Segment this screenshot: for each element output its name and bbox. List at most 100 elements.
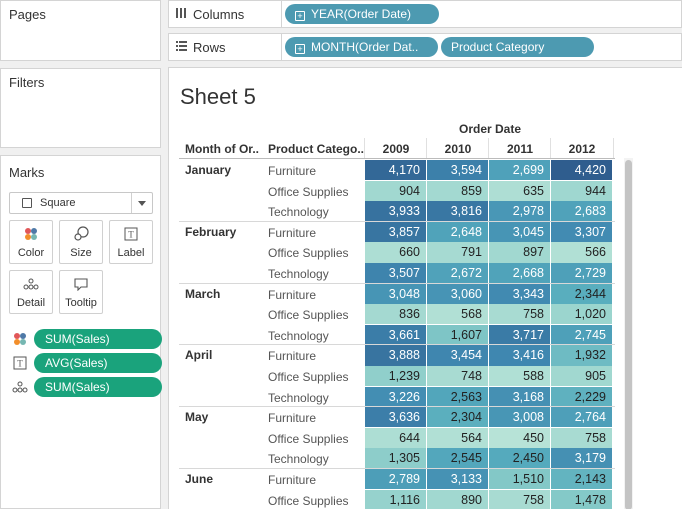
heatmap-cell[interactable]: 3,816 (427, 201, 488, 222)
heatmap-cell[interactable]: 904 (365, 180, 426, 201)
year-header-2009[interactable]: 2009 (365, 142, 427, 156)
heatmap-cell[interactable]: 3,594 (427, 160, 488, 181)
heatmap-cell[interactable]: 3,168 (489, 386, 550, 407)
heatmap-cell[interactable]: 3,179 (551, 448, 612, 469)
heatmap-cell[interactable]: 564 (427, 427, 488, 449)
heatmap-cell[interactable]: 3,008 (489, 407, 550, 428)
heatmap-cell[interactable]: 635 (489, 180, 550, 201)
heatmap-cell[interactable]: 644 (365, 427, 426, 449)
heatmap-cell[interactable]: 2,545 (427, 448, 488, 469)
category-label[interactable]: Office Supplies (268, 370, 349, 384)
year-header-2010[interactable]: 2010 (427, 142, 489, 156)
heatmap-cell[interactable]: 2,745 (551, 324, 612, 346)
heatmap-cell[interactable]: 1,239 (365, 366, 426, 387)
heatmap-cell[interactable]: 905 (551, 366, 612, 387)
heatmap-cell[interactable]: 3,661 (365, 324, 426, 346)
heatmap-cell[interactable]: 3,717 (489, 324, 550, 346)
sheet-title[interactable]: Sheet 5 (180, 84, 256, 110)
heatmap-cell[interactable]: 2,764 (551, 407, 612, 428)
month-label[interactable]: April (185, 348, 212, 362)
label-sales-pill[interactable]: AVG(Sales) (34, 353, 162, 373)
tooltip-button[interactable]: Tooltip (59, 270, 103, 314)
category-label[interactable]: Furniture (268, 349, 316, 363)
heatmap-cell[interactable]: 890 (427, 489, 488, 509)
heatmap-cell[interactable]: 748 (427, 366, 488, 387)
heatmap-cell[interactable]: 944 (551, 180, 612, 201)
columns-shelf[interactable]: Columns + YEAR(Order Date) (168, 0, 682, 28)
heatmap-cell[interactable]: 1,510 (489, 469, 550, 490)
heatmap-cell[interactable]: 3,048 (365, 283, 426, 304)
heatmap-cell[interactable]: 1,607 (427, 324, 488, 346)
heatmap-cell[interactable]: 2,344 (551, 283, 612, 304)
heatmap-cell[interactable]: 3,226 (365, 386, 426, 407)
category-label[interactable]: Furniture (268, 473, 316, 487)
heatmap-cell[interactable]: 2,143 (551, 469, 612, 490)
heatmap-cell[interactable]: 4,170 (365, 160, 426, 181)
year-header-2012[interactable]: 2012 (551, 142, 613, 156)
category-label[interactable]: Office Supplies (268, 432, 349, 446)
label-button[interactable]: T Label (109, 220, 153, 264)
heatmap-cell[interactable]: 758 (551, 427, 612, 449)
heatmap-cell[interactable]: 836 (365, 304, 426, 325)
heatmap-cell[interactable]: 3,636 (365, 407, 426, 428)
column-group-header[interactable]: Order Date (459, 122, 521, 136)
heatmap-cell[interactable]: 588 (489, 366, 550, 387)
color-button[interactable]: Color (9, 220, 53, 264)
heatmap-cell[interactable]: 2,978 (489, 201, 550, 222)
category-label[interactable]: Technology (268, 452, 329, 466)
vertical-scrollbar[interactable] (624, 158, 633, 509)
category-label[interactable]: Furniture (268, 226, 316, 240)
heatmap-cell[interactable]: 1,116 (365, 489, 426, 509)
category-label[interactable]: Furniture (268, 164, 316, 178)
category-row-header[interactable]: Product Catego.. (268, 142, 364, 156)
category-label[interactable]: Technology (268, 391, 329, 405)
category-label[interactable]: Office Supplies (268, 494, 349, 508)
color-sales-pill[interactable]: SUM(Sales) (34, 329, 162, 349)
month-label[interactable]: May (185, 410, 208, 424)
heatmap-cell[interactable]: 1,478 (551, 489, 612, 509)
heatmap-cell[interactable]: 3,857 (365, 221, 426, 243)
month-row-header[interactable]: Month of Or.. (185, 142, 259, 156)
mark-type-dropdown[interactable]: Square (9, 192, 153, 214)
month-order-date-pill[interactable]: + MONTH(Order Dat.. (285, 37, 438, 57)
month-label[interactable]: January (185, 163, 231, 177)
heatmap-cell[interactable]: 1,020 (551, 304, 612, 325)
heatmap-cell[interactable]: 1,932 (551, 345, 612, 366)
category-label[interactable]: Furniture (268, 411, 316, 425)
heatmap-cell[interactable]: 3,454 (427, 345, 488, 366)
heatmap-cell[interactable]: 859 (427, 180, 488, 201)
heatmap-cell[interactable]: 1,305 (365, 448, 426, 469)
product-category-pill[interactable]: Product Category (441, 37, 594, 57)
heatmap-cell[interactable]: 3,343 (489, 283, 550, 304)
heatmap-cell[interactable]: 2,683 (551, 201, 612, 222)
heatmap-cell[interactable]: 3,060 (427, 283, 488, 304)
category-label[interactable]: Office Supplies (268, 185, 349, 199)
rows-shelf[interactable]: Rows + MONTH(Order Dat.. Product Category (168, 33, 682, 61)
heatmap-cell[interactable]: 450 (489, 427, 550, 449)
heatmap-cell[interactable]: 660 (365, 242, 426, 263)
heatmap-cell[interactable]: 2,668 (489, 263, 550, 284)
heatmap-cell[interactable]: 3,416 (489, 345, 550, 366)
heatmap-cell[interactable]: 2,450 (489, 448, 550, 469)
category-label[interactable]: Technology (268, 329, 329, 343)
heatmap-cell[interactable]: 897 (489, 242, 550, 263)
heatmap-cell[interactable]: 2,229 (551, 386, 612, 407)
heatmap-cell[interactable]: 3,307 (551, 221, 612, 243)
heatmap-cell[interactable]: 2,729 (551, 263, 612, 284)
heatmap-cell[interactable]: 3,507 (365, 263, 426, 284)
heatmap-cell[interactable]: 2,563 (427, 386, 488, 407)
heatmap-cell[interactable]: 3,888 (365, 345, 426, 366)
pages-card[interactable]: Pages (0, 0, 161, 61)
year-order-date-pill[interactable]: + YEAR(Order Date) (285, 4, 439, 24)
category-label[interactable]: Office Supplies (268, 308, 349, 322)
heatmap-cell[interactable]: 2,789 (365, 469, 426, 490)
heatmap-cell[interactable]: 758 (489, 489, 550, 509)
heatmap-cell[interactable]: 3,933 (365, 201, 426, 222)
size-button[interactable]: Size (59, 220, 103, 264)
month-label[interactable]: June (185, 472, 213, 486)
heatmap-cell[interactable]: 4,420 (551, 160, 612, 181)
heatmap-cell[interactable]: 568 (427, 304, 488, 325)
category-label[interactable]: Office Supplies (268, 246, 349, 260)
month-label[interactable]: March (185, 287, 220, 301)
year-header-2011[interactable]: 2011 (489, 142, 551, 156)
